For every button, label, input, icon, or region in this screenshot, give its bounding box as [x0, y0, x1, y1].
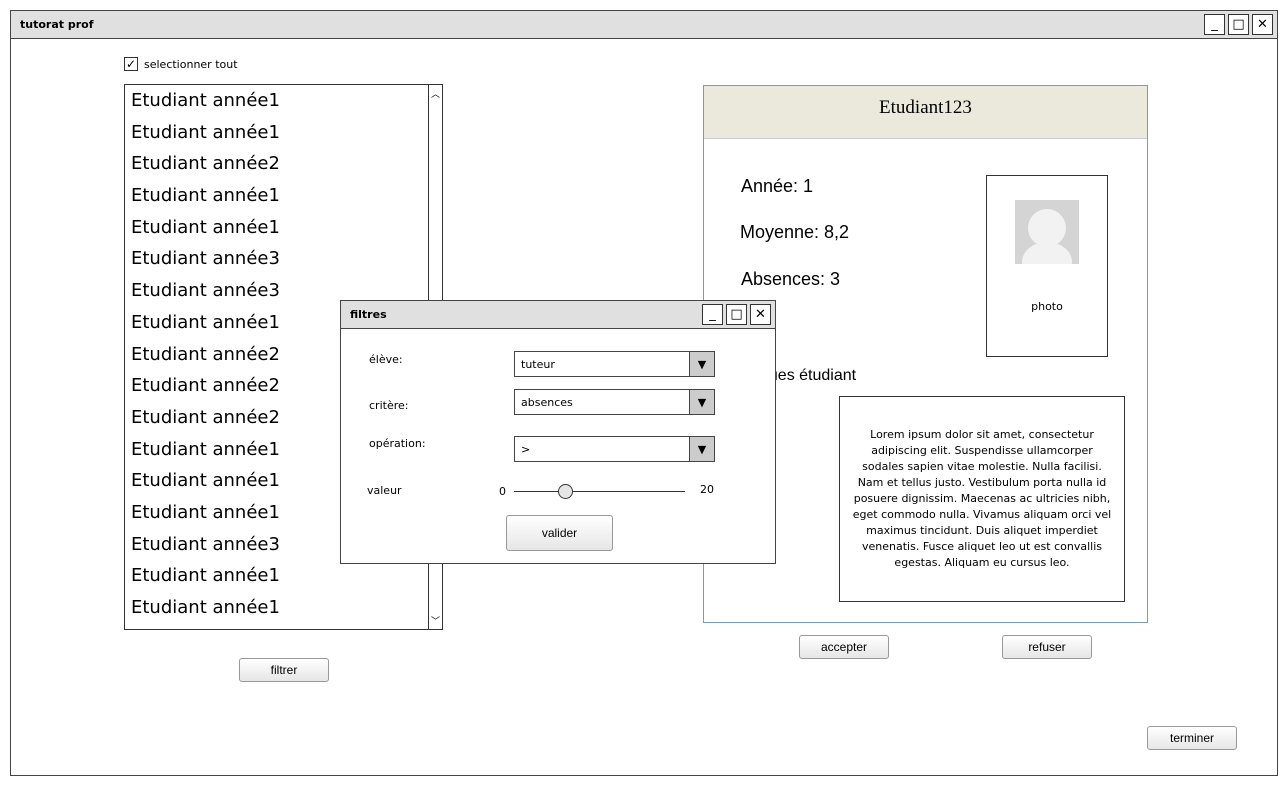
- student-year: Année: 1: [741, 176, 814, 196]
- dropdown-arrow-icon[interactable]: ▼: [689, 390, 714, 414]
- dialog-minimize-button[interactable]: _: [702, 304, 723, 325]
- slider-knob[interactable]: [558, 484, 574, 499]
- validate-button[interactable]: valider: [506, 515, 613, 551]
- dialog-close-button[interactable]: ✕: [750, 304, 771, 325]
- critere-label: critère:: [369, 399, 409, 412]
- eleve-select[interactable]: tuteur ▼: [514, 351, 715, 377]
- student-list-item[interactable]: Etudiant année1: [125, 560, 442, 592]
- student-list-item[interactable]: Etudiant année1: [125, 85, 442, 117]
- critere-value: absences: [521, 396, 573, 409]
- maximize-button[interactable]: □: [1228, 14, 1249, 35]
- select-all-checkbox[interactable]: ✓ selectionner tout: [124, 57, 238, 71]
- operation-value: >: [521, 443, 531, 456]
- slider-max: 20: [700, 483, 714, 496]
- filter-button[interactable]: filtrer: [239, 658, 329, 682]
- avatar-icon: [1015, 200, 1079, 264]
- student-list-item[interactable]: Etudiant année1: [125, 212, 442, 244]
- eleve-value: tuteur: [521, 358, 555, 371]
- eleve-label: élève:: [369, 353, 403, 366]
- dropdown-arrow-icon[interactable]: ▼: [689, 352, 714, 376]
- window-title: tutorat prof: [20, 18, 94, 31]
- photo-frame: photo: [986, 175, 1108, 357]
- student-average: Moyenne: 8,2: [740, 222, 850, 242]
- scroll-down-icon[interactable]: ﹀: [429, 614, 442, 627]
- remarks-text: Lorem ipsum dolor sit amet, consectetur …: [839, 396, 1125, 602]
- student-list-item[interactable]: Etudiant année2: [125, 148, 442, 180]
- accept-button[interactable]: accepter: [799, 635, 889, 659]
- photo-label: photo: [1031, 300, 1063, 313]
- student-list-item[interactable]: Etudiant année1: [125, 592, 442, 624]
- select-all-label: selectionner tout: [144, 57, 238, 71]
- valeur-slider[interactable]: [514, 484, 685, 499]
- finish-button[interactable]: terminer: [1147, 726, 1237, 750]
- student-absences: Absences: 3: [741, 269, 841, 289]
- student-name: Etudiant123: [704, 86, 1147, 139]
- student-list-item[interactable]: Etudiant année1: [125, 180, 442, 212]
- slider-min: 0: [499, 485, 506, 498]
- dialog-maximize-button[interactable]: □: [726, 304, 747, 325]
- critere-select[interactable]: absences ▼: [514, 389, 715, 415]
- student-list-item[interactable]: Etudiant année1: [125, 117, 442, 149]
- dropdown-arrow-icon[interactable]: ▼: [689, 437, 714, 461]
- dialog-title: filtres: [350, 308, 387, 321]
- checkbox-checked-icon: ✓: [124, 57, 138, 71]
- filter-dialog: filtres _ □ ✕ élève: tuteur ▼ critère: ab…: [340, 300, 776, 564]
- refuse-button[interactable]: refuser: [1002, 635, 1092, 659]
- title-bar: tutorat prof _ □ ✕: [11, 11, 1277, 39]
- student-list-item[interactable]: Etudiant année3: [125, 243, 442, 275]
- scroll-up-icon[interactable]: ︿: [429, 87, 442, 100]
- operation-label: opération:: [369, 437, 426, 450]
- minimize-button[interactable]: _: [1204, 14, 1225, 35]
- close-button[interactable]: ✕: [1252, 14, 1273, 35]
- valeur-label: valeur: [367, 484, 402, 497]
- dialog-title-bar: filtres _ □ ✕: [341, 301, 775, 329]
- operation-select[interactable]: > ▼: [514, 436, 715, 462]
